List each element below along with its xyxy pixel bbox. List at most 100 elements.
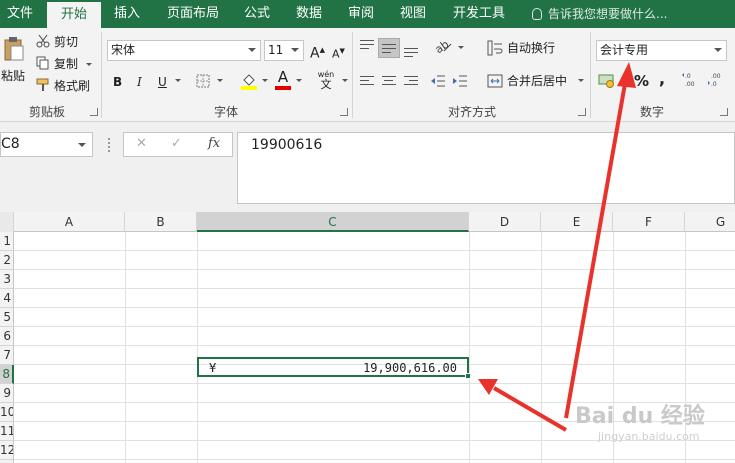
- cell-display-value: 19,900,616.00: [363, 361, 457, 375]
- row-header-9[interactable]: 9: [0, 384, 14, 403]
- row-header-4[interactable]: 4: [0, 289, 14, 308]
- group-separator: [590, 32, 591, 118]
- tab-developer[interactable]: 开发工具: [446, 0, 512, 28]
- bold-button[interactable]: B: [113, 72, 122, 92]
- row-gridline: [14, 269, 735, 270]
- column-header-f[interactable]: F: [613, 212, 685, 232]
- active-cell-c8[interactable]: ¥ 19,900,616.00: [197, 357, 469, 377]
- copy-icon[interactable]: [36, 56, 50, 70]
- number-format-select[interactable]: 会计专用: [596, 40, 727, 61]
- align-left-icon[interactable]: [360, 76, 374, 88]
- formula-bar-buttons: ✕ ✓ fx: [123, 132, 233, 157]
- format-painter-button[interactable]: 格式刷: [54, 76, 90, 96]
- italic-button[interactable]: I: [137, 72, 142, 92]
- format-painter-icon[interactable]: [36, 78, 50, 92]
- chevron-down-icon[interactable]: [262, 79, 268, 82]
- merge-center-button[interactable]: 合并后居中: [507, 71, 567, 91]
- watermark-url: jingyan.baidu.com: [598, 430, 700, 443]
- row-header-5[interactable]: 5: [0, 308, 14, 327]
- merge-center-icon[interactable]: [487, 73, 503, 89]
- chevron-down-icon[interactable]: [217, 79, 223, 82]
- increase-indent-icon[interactable]: [452, 75, 468, 87]
- chevron-down-icon[interactable]: [342, 79, 348, 82]
- chevron-down-icon[interactable]: [296, 79, 302, 82]
- accounting-format-icon[interactable]: [598, 72, 616, 88]
- shrink-font-button[interactable]: A▼: [332, 41, 345, 61]
- tab-home[interactable]: 开始: [47, 2, 101, 28]
- alignment-launcher-icon[interactable]: [578, 108, 586, 116]
- cut-button[interactable]: 剪切: [54, 32, 78, 52]
- column-gridline: [469, 232, 470, 463]
- select-all-corner[interactable]: [0, 212, 14, 232]
- row-header-8[interactable]: 8: [0, 365, 14, 384]
- row-header-12[interactable]: 12: [0, 441, 14, 460]
- fill-color-icon[interactable]: [241, 72, 257, 90]
- align-middle-button[interactable]: [378, 38, 400, 58]
- row-header-7[interactable]: 7: [0, 346, 14, 365]
- clipboard-launcher-icon[interactable]: [90, 108, 98, 116]
- column-header-g[interactable]: G: [685, 212, 735, 232]
- column-header-c[interactable]: C: [197, 212, 469, 232]
- chevron-down-icon[interactable]: [578, 79, 584, 82]
- cancel-icon[interactable]: ✕: [136, 136, 147, 151]
- formula-input[interactable]: 19900616: [237, 132, 735, 204]
- underline-button[interactable]: U: [158, 72, 167, 92]
- tab-page-layout[interactable]: 页面布局: [160, 0, 226, 28]
- font-color-button[interactable]: A: [275, 70, 291, 90]
- row-gridline: [14, 288, 735, 289]
- comma-style-button[interactable]: ,: [659, 69, 665, 89]
- decrease-indent-icon[interactable]: [430, 75, 446, 87]
- scissors-icon[interactable]: [36, 34, 50, 48]
- column-gridline: [125, 232, 126, 463]
- enter-icon[interactable]: ✓: [171, 136, 182, 151]
- column-header-b[interactable]: B: [125, 212, 197, 232]
- row-header-2[interactable]: 2: [0, 251, 14, 270]
- wrap-text-icon[interactable]: [487, 40, 503, 56]
- number-launcher-icon[interactable]: [720, 108, 728, 116]
- align-right-icon[interactable]: [404, 76, 418, 88]
- percent-style-button[interactable]: %: [634, 71, 649, 91]
- row-header-11[interactable]: 11: [0, 422, 14, 441]
- tab-file[interactable]: 文件: [0, 0, 40, 28]
- tab-review[interactable]: 审阅: [340, 0, 382, 28]
- fill-handle[interactable]: [465, 373, 471, 379]
- align-top-icon[interactable]: [360, 40, 374, 52]
- tab-insert[interactable]: 插入: [106, 0, 148, 28]
- name-box-value: C8: [1, 136, 20, 152]
- borders-icon[interactable]: [196, 74, 210, 88]
- row-gridline: [14, 459, 735, 460]
- column-header-a[interactable]: A: [14, 212, 125, 232]
- chevron-down-icon[interactable]: [621, 79, 627, 82]
- chevron-down-icon[interactable]: [175, 79, 181, 82]
- ribbon-home: 粘贴 剪切 复制 格式刷 剪贴板 宋体 11 A▲ A▼ B I U A wén…: [0, 28, 735, 122]
- align-center-icon[interactable]: [382, 76, 396, 88]
- phonetic-guide-button[interactable]: wén 文: [316, 70, 336, 90]
- tell-me-search[interactable]: 告诉我您想要做什么...: [532, 0, 667, 28]
- chevron-down-icon[interactable]: [458, 46, 464, 49]
- paste-button[interactable]: 粘贴: [0, 66, 26, 86]
- row-header-3[interactable]: 3: [0, 270, 14, 289]
- paste-icon[interactable]: [2, 36, 24, 64]
- wrap-text-button[interactable]: 自动换行: [507, 38, 555, 58]
- insert-function-icon[interactable]: fx: [208, 136, 220, 151]
- name-box-splitter[interactable]: [108, 138, 110, 152]
- copy-button[interactable]: 复制: [54, 54, 93, 74]
- orientation-icon[interactable]: ab: [433, 38, 452, 57]
- column-header-d[interactable]: D: [469, 212, 541, 232]
- font-size-select[interactable]: 11: [264, 40, 304, 61]
- increase-decimal-icon[interactable]: .0.00: [681, 71, 699, 88]
- row-header-10[interactable]: 10: [0, 403, 14, 422]
- column-header-e[interactable]: E: [541, 212, 613, 232]
- tab-view[interactable]: 视图: [392, 0, 434, 28]
- font-color-icon: A: [277, 68, 289, 86]
- decrease-decimal-icon[interactable]: .00.0: [707, 71, 725, 88]
- font-name-select[interactable]: 宋体: [107, 40, 261, 61]
- grow-font-button[interactable]: A▲: [310, 40, 325, 62]
- tab-formulas[interactable]: 公式: [236, 0, 278, 28]
- font-launcher-icon[interactable]: [340, 108, 348, 116]
- align-bottom-icon[interactable]: [404, 48, 418, 60]
- name-box[interactable]: C8: [0, 132, 93, 157]
- row-header-1[interactable]: 1: [0, 232, 14, 251]
- row-header-6[interactable]: 6: [0, 327, 14, 346]
- tab-data[interactable]: 数据: [288, 0, 330, 28]
